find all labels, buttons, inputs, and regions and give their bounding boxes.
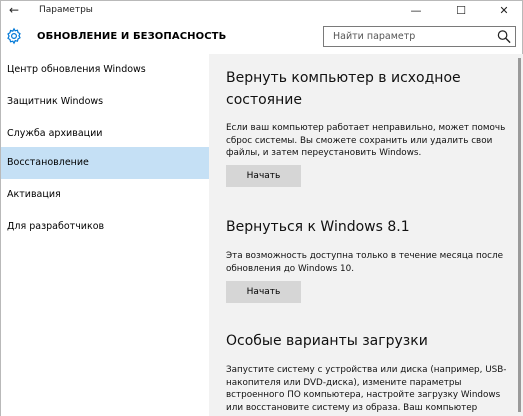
go-back-description: Эта возможность доступна только в течени… — [226, 251, 504, 274]
gear-icon — [7, 27, 21, 45]
search-input[interactable] — [324, 27, 492, 46]
sidebar-item-activation[interactable]: Активация — [1, 179, 209, 211]
go-back-start-button[interactable]: Начать — [226, 281, 301, 303]
sidebar: Центр обновления Windows Защитник Window… — [1, 54, 209, 416]
reset-pc-start-button[interactable]: Начать — [226, 165, 301, 187]
search-box[interactable] — [323, 26, 516, 47]
reset-pc-description: Если ваш компьютер работает неправильно,… — [226, 123, 506, 158]
advanced-startup-title: Особые варианты загрузки — [226, 333, 428, 349]
reset-pc-title: Вернуть компьютер в исходное состояние — [226, 70, 461, 108]
sidebar-item-windows-update[interactable]: Центр обновления Windows — [1, 54, 209, 86]
sidebar-item-windows-defender[interactable]: Защитник Windows — [1, 86, 209, 118]
main-content: Вернуть компьютер в исходное состояние Е… — [209, 54, 513, 416]
maximize-button[interactable]: ☐ — [446, 1, 476, 20]
sidebar-item-backup[interactable]: Служба архивации — [1, 118, 209, 150]
window-title: Параметры — [39, 5, 93, 15]
sidebar-item-recovery[interactable]: Восстановление — [1, 147, 209, 179]
go-back-title: Вернуться к Windows 8.1 — [226, 219, 410, 235]
back-arrow-icon[interactable]: ← — [5, 2, 23, 18]
minimize-button[interactable]: — — [401, 1, 431, 20]
scrollbar-thumb[interactable] — [518, 58, 521, 412]
page-title: ОБНОВЛЕНИЕ И БЕЗОПАСНОСТЬ — [37, 31, 227, 42]
sidebar-item-developers[interactable]: Для разработчиков — [1, 211, 209, 243]
title-bar: ← Параметры — ☐ ✕ — [1, 1, 522, 20]
content-scrollbar[interactable] — [513, 54, 523, 416]
settings-window: ← Параметры — ☐ ✕ ОБНОВЛЕНИЕ И БЕЗОПАСНО… — [0, 0, 523, 416]
advanced-startup-description: Запустите систему с устройства или диска… — [226, 365, 507, 413]
close-button[interactable]: ✕ — [489, 1, 519, 20]
search-icon[interactable] — [496, 29, 512, 44]
